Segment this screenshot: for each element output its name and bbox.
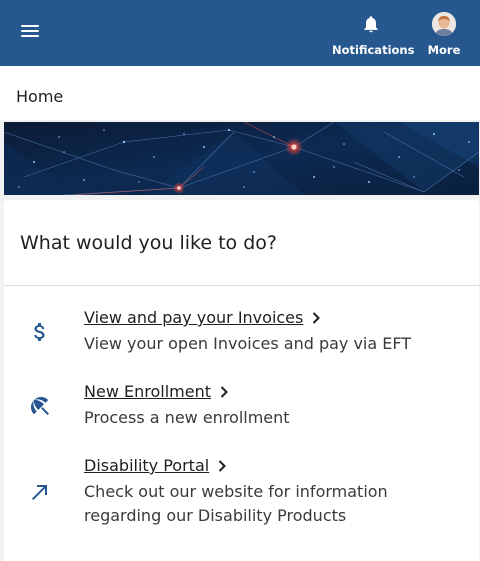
view-invoices-description: View your open Invoices and pay via EFT: [84, 334, 412, 353]
more-label: More: [427, 43, 461, 57]
view-invoices-link[interactable]: View and pay your Invoices: [84, 308, 321, 327]
disability-portal-title: Disability Portal: [84, 456, 210, 475]
action-disability-portal[interactable]: Disability Portal Check out our website …: [0, 456, 475, 528]
action-new-enrollment[interactable]: New Enrollment Process a new enrollment: [0, 382, 475, 432]
new-enrollment-description: Process a new enrollment: [84, 408, 290, 427]
chevron-right-icon: [220, 385, 228, 398]
action-view-invoices[interactable]: View and pay your Invoices View your ope…: [0, 308, 475, 358]
breadcrumb[interactable]: Home: [16, 87, 63, 106]
disability-portal-link[interactable]: Disability Portal: [84, 456, 227, 475]
hero-banner: [4, 122, 479, 195]
card-divider: [4, 285, 479, 286]
notifications-label: Notifications: [332, 43, 415, 57]
app-header: Notifications More: [0, 0, 480, 66]
view-invoices-title: View and pay your Invoices: [84, 308, 304, 327]
card-title: What would you like to do?: [20, 232, 277, 254]
new-enrollment-title: New Enrollment: [84, 382, 211, 401]
chevron-right-icon: [218, 459, 227, 472]
chevron-right-icon: [313, 311, 321, 324]
disability-portal-description: Check out our website for information re…: [84, 482, 388, 525]
dollar-icon: [34, 323, 45, 341]
bell-icon: [364, 16, 378, 33]
user-avatar-icon: [432, 12, 456, 36]
breadcrumb-bar: Home: [0, 66, 480, 120]
notifications-button[interactable]: Notifications: [332, 0, 415, 66]
new-enrollment-link[interactable]: New Enrollment: [84, 382, 228, 401]
more-button[interactable]: More: [418, 0, 470, 66]
umbrella-icon: [31, 397, 49, 415]
avatar: [432, 12, 456, 36]
network-banner-image: [4, 122, 479, 195]
arrow-up-right-icon: [32, 485, 47, 500]
menu-icon[interactable]: [20, 22, 44, 42]
